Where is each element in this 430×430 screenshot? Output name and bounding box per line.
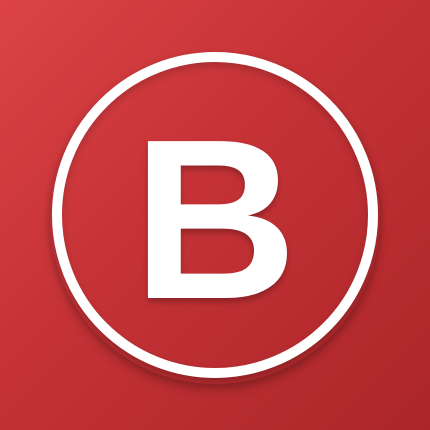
logo-letter: B [132, 93, 298, 347]
app-icon: B [0, 0, 430, 430]
